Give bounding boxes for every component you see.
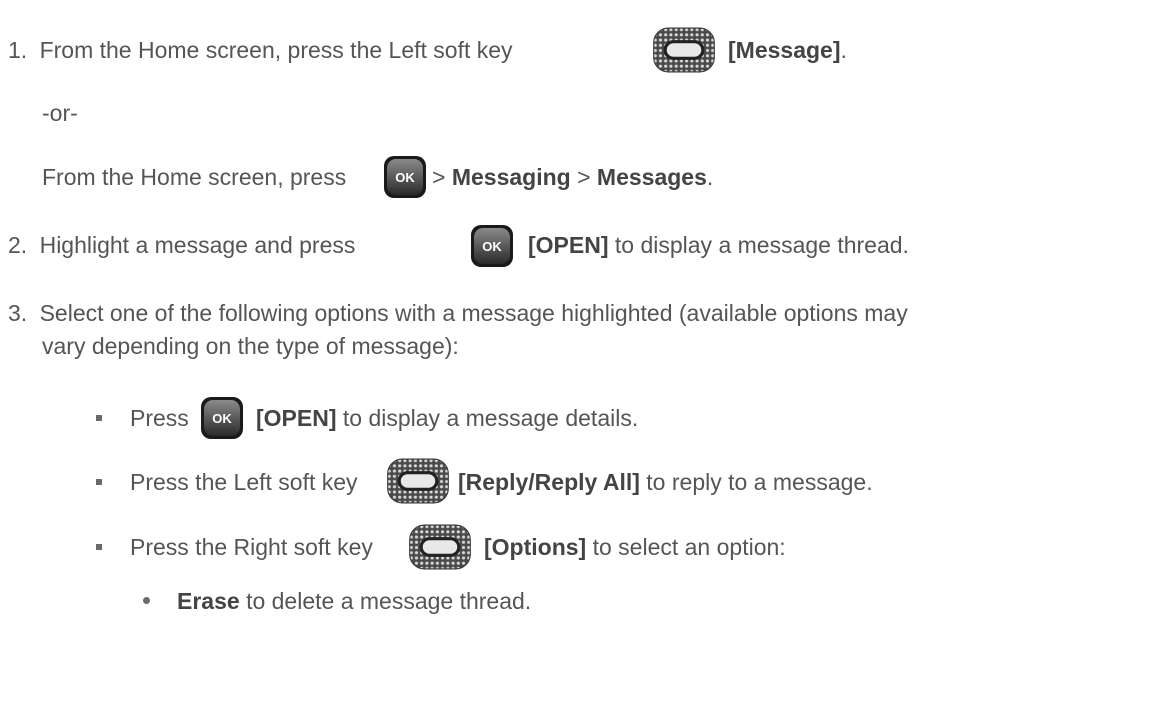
ok-key-icon [383, 155, 427, 199]
bullet [96, 415, 102, 421]
step-text: Select one of the following options with… [39, 300, 908, 326]
step-1: 1. From the Home screen, press the Left … [8, 35, 513, 65]
step-text: From the Home screen, press the Left sof… [39, 37, 513, 63]
bullet-3-rest: [Options] to select an option: [484, 532, 786, 562]
step-3-continued: vary depending on the type of message): [42, 333, 459, 359]
bullet [96, 479, 102, 485]
path-separator: > [432, 164, 446, 190]
left-soft-key-icon [386, 458, 450, 504]
key-label: [Options] [484, 534, 587, 560]
step-2-rest: [OPEN] to display a message thread. [528, 230, 909, 260]
sub-bullet [143, 597, 150, 604]
key-label: [Reply/Reply All] [458, 469, 640, 495]
step-number: 1. [8, 37, 28, 63]
key-label: [Message] [728, 37, 841, 63]
step-number: 3. [8, 300, 28, 326]
punct: . [706, 164, 714, 190]
key-label: [OPEN] [528, 232, 609, 258]
bullet-text: to select an option: [592, 534, 786, 560]
bullet [96, 544, 102, 550]
bullet-3-text: Press the Right soft key [130, 534, 373, 560]
ok-key-icon [200, 396, 244, 440]
sub-option-erase: Erase to delete a message thread. [177, 586, 531, 616]
bullet-1-rest: [OPEN] to display a message details. [256, 403, 638, 433]
left-soft-key-icon [652, 27, 716, 73]
step-text: Highlight a message and press [39, 232, 356, 258]
or-separator: -or- [42, 100, 78, 126]
ok-key-icon [470, 224, 514, 268]
step-2: 2. Highlight a message and press [8, 230, 355, 260]
bullet-text: to reply to a message. [646, 469, 873, 495]
option-term: Erase [177, 588, 240, 614]
path-separator: > [577, 164, 591, 190]
bullet-2-rest: [Reply/Reply All] to reply to a message. [458, 467, 873, 497]
bullet-text: to display a message details. [342, 405, 639, 431]
step-text: to display a message thread. [614, 232, 909, 258]
key-label: [OPEN] [256, 405, 337, 431]
option-text: to delete a message thread. [246, 588, 532, 614]
step-3: 3. Select one of the following options w… [8, 298, 908, 328]
punct: . [840, 37, 847, 63]
step-1-alt-text: From the Home screen, press [42, 164, 347, 190]
right-soft-key-icon [408, 524, 472, 570]
bullet-2-text: Press the Left soft key [130, 469, 358, 495]
bullet-1-text: Press [130, 405, 189, 431]
step-1-key: [Message]. [728, 35, 847, 65]
menu-messaging: Messaging [451, 164, 571, 190]
menu-messages: Messages [596, 164, 707, 190]
step-1-alt-path: > Messaging > Messages. [432, 162, 713, 192]
step-number: 2. [8, 232, 28, 258]
